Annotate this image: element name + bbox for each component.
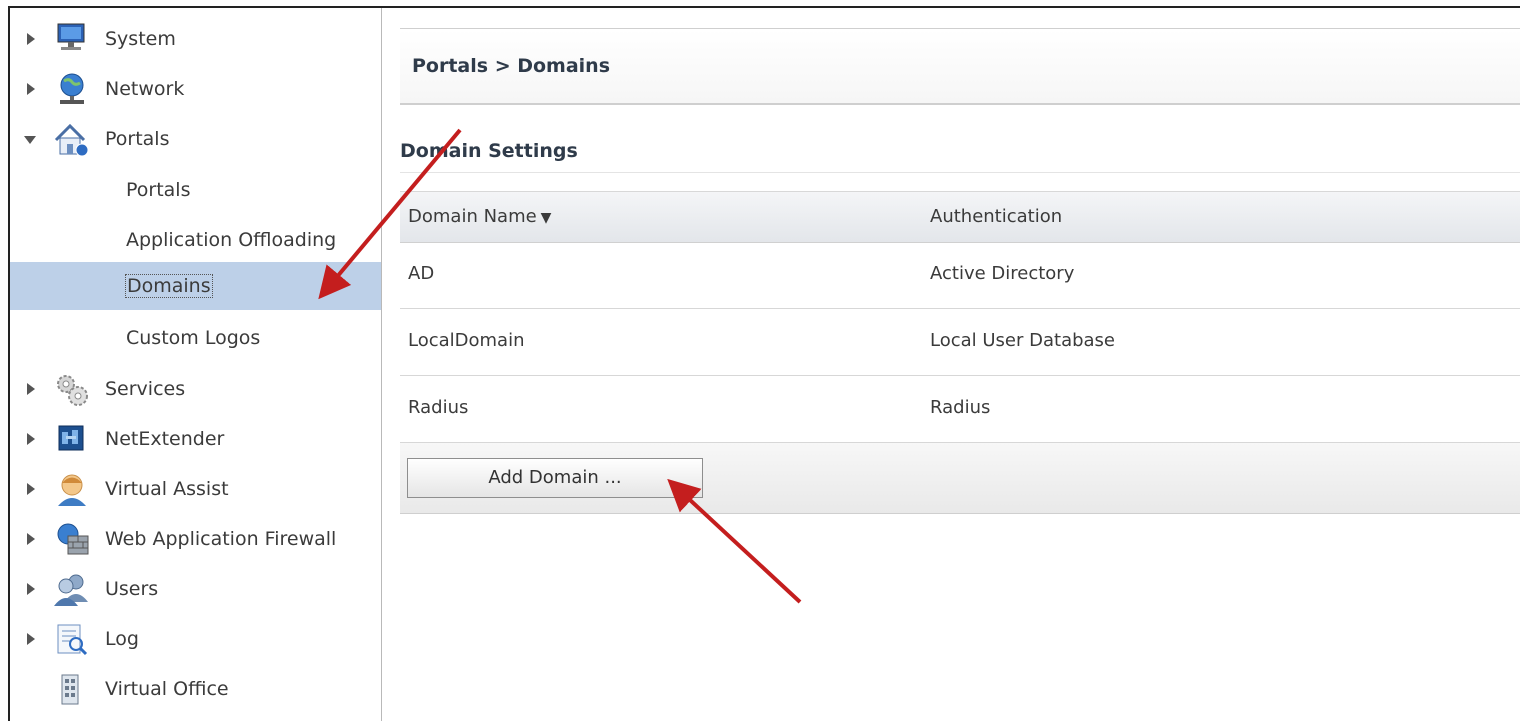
assist-person-icon — [52, 472, 92, 508]
sidebar-subitem-label: Domains — [125, 274, 213, 298]
sidebar-subitem-domains[interactable]: Domains — [10, 262, 381, 310]
portal-house-icon — [52, 122, 92, 158]
sidebar-item-label: NetExtender — [105, 428, 225, 450]
breadcrumb: Portals > Domains — [412, 55, 611, 77]
sidebar: System Network Portals Portals Applicati… — [10, 8, 382, 721]
sidebar-item-label: Users — [105, 578, 159, 600]
section-divider — [400, 172, 1520, 173]
sidebar-item-label: Portals — [105, 128, 170, 150]
log-icon — [52, 622, 92, 658]
sidebar-item-virtual-assist[interactable]: Virtual Assist — [10, 466, 381, 514]
sidebar-item-virtual-office[interactable]: Virtual Office — [10, 666, 381, 714]
sidebar-item-label: Virtual Office — [105, 678, 229, 700]
sidebar-subitem-label: Custom Logos — [126, 327, 261, 349]
network-globe-icon — [52, 72, 92, 108]
sidebar-subitem-application-offloading[interactable]: Application Offloading — [10, 216, 381, 264]
building-icon — [52, 672, 92, 708]
section-title: Domain Settings — [400, 140, 578, 162]
table-row[interactable]: LocalDomain Local User Database — [400, 308, 1520, 376]
column-header-authentication[interactable]: Authentication — [930, 206, 1062, 227]
cell-authentication: Local User Database — [930, 330, 1116, 351]
sidebar-item-label: System — [105, 28, 176, 50]
sidebar-subitem-label: Application Offloading — [126, 229, 337, 251]
netextender-icon — [52, 422, 92, 458]
sidebar-item-label: Network — [105, 78, 185, 100]
sidebar-item-log[interactable]: Log — [10, 616, 381, 664]
table-action-bar: Add Domain ... — [400, 443, 1520, 514]
cell-domain-name[interactable]: LocalDomain — [408, 330, 525, 351]
sidebar-item-netextender[interactable]: NetExtender — [10, 416, 381, 464]
table-row[interactable]: Radius Radius — [400, 375, 1520, 443]
add-domain-button[interactable]: Add Domain ... — [407, 458, 703, 498]
sort-descending-icon[interactable]: ▼ — [541, 210, 552, 226]
cell-authentication: Radius — [930, 397, 991, 418]
expand-arrow-icon[interactable] — [27, 633, 35, 645]
cell-domain-name[interactable]: AD — [408, 263, 434, 284]
sidebar-item-label: Virtual Assist — [105, 478, 229, 500]
cell-domain-name[interactable]: Radius — [408, 397, 468, 418]
sidebar-item-portals[interactable]: Portals — [10, 116, 381, 164]
monitor-icon — [52, 22, 92, 58]
sidebar-item-network[interactable]: Network — [10, 66, 381, 114]
expand-arrow-icon[interactable] — [27, 33, 35, 45]
sidebar-item-system[interactable]: System — [10, 16, 381, 64]
page-header: Portals > Domains — [400, 28, 1520, 105]
sidebar-item-services[interactable]: Services — [10, 366, 381, 414]
cell-authentication: Active Directory — [930, 263, 1075, 284]
sidebar-item-label: Web Application Firewall — [105, 528, 337, 550]
expand-arrow-icon[interactable] — [27, 83, 35, 95]
sidebar-item-label: Log — [105, 628, 139, 650]
expand-arrow-icon[interactable] — [27, 483, 35, 495]
gears-icon — [52, 372, 92, 408]
main-content: Portals > Domains Domain Settings Domain… — [382, 8, 1520, 721]
expand-arrow-icon[interactable] — [27, 383, 35, 395]
sidebar-item-web-application-firewall[interactable]: Web Application Firewall — [10, 516, 381, 564]
column-header-label: Domain Name — [408, 206, 537, 227]
sidebar-item-users[interactable]: Users — [10, 566, 381, 614]
sidebar-item-label: Services — [105, 378, 186, 400]
firewall-globe-icon — [52, 522, 92, 558]
expand-arrow-icon[interactable] — [27, 533, 35, 545]
sidebar-subitem-portals[interactable]: Portals — [10, 166, 381, 214]
sidebar-subitem-label: Portals — [126, 179, 191, 201]
expand-arrow-icon[interactable] — [27, 433, 35, 445]
sidebar-subitem-custom-logos[interactable]: Custom Logos — [10, 314, 381, 362]
table-row[interactable]: AD Active Directory — [400, 241, 1520, 309]
collapse-arrow-icon[interactable] — [24, 136, 36, 144]
table-header: Domain Name ▼ Authentication — [400, 191, 1520, 243]
column-header-domain-name[interactable]: Domain Name ▼ — [408, 206, 551, 227]
expand-arrow-icon[interactable] — [27, 583, 35, 595]
users-icon — [52, 572, 92, 608]
